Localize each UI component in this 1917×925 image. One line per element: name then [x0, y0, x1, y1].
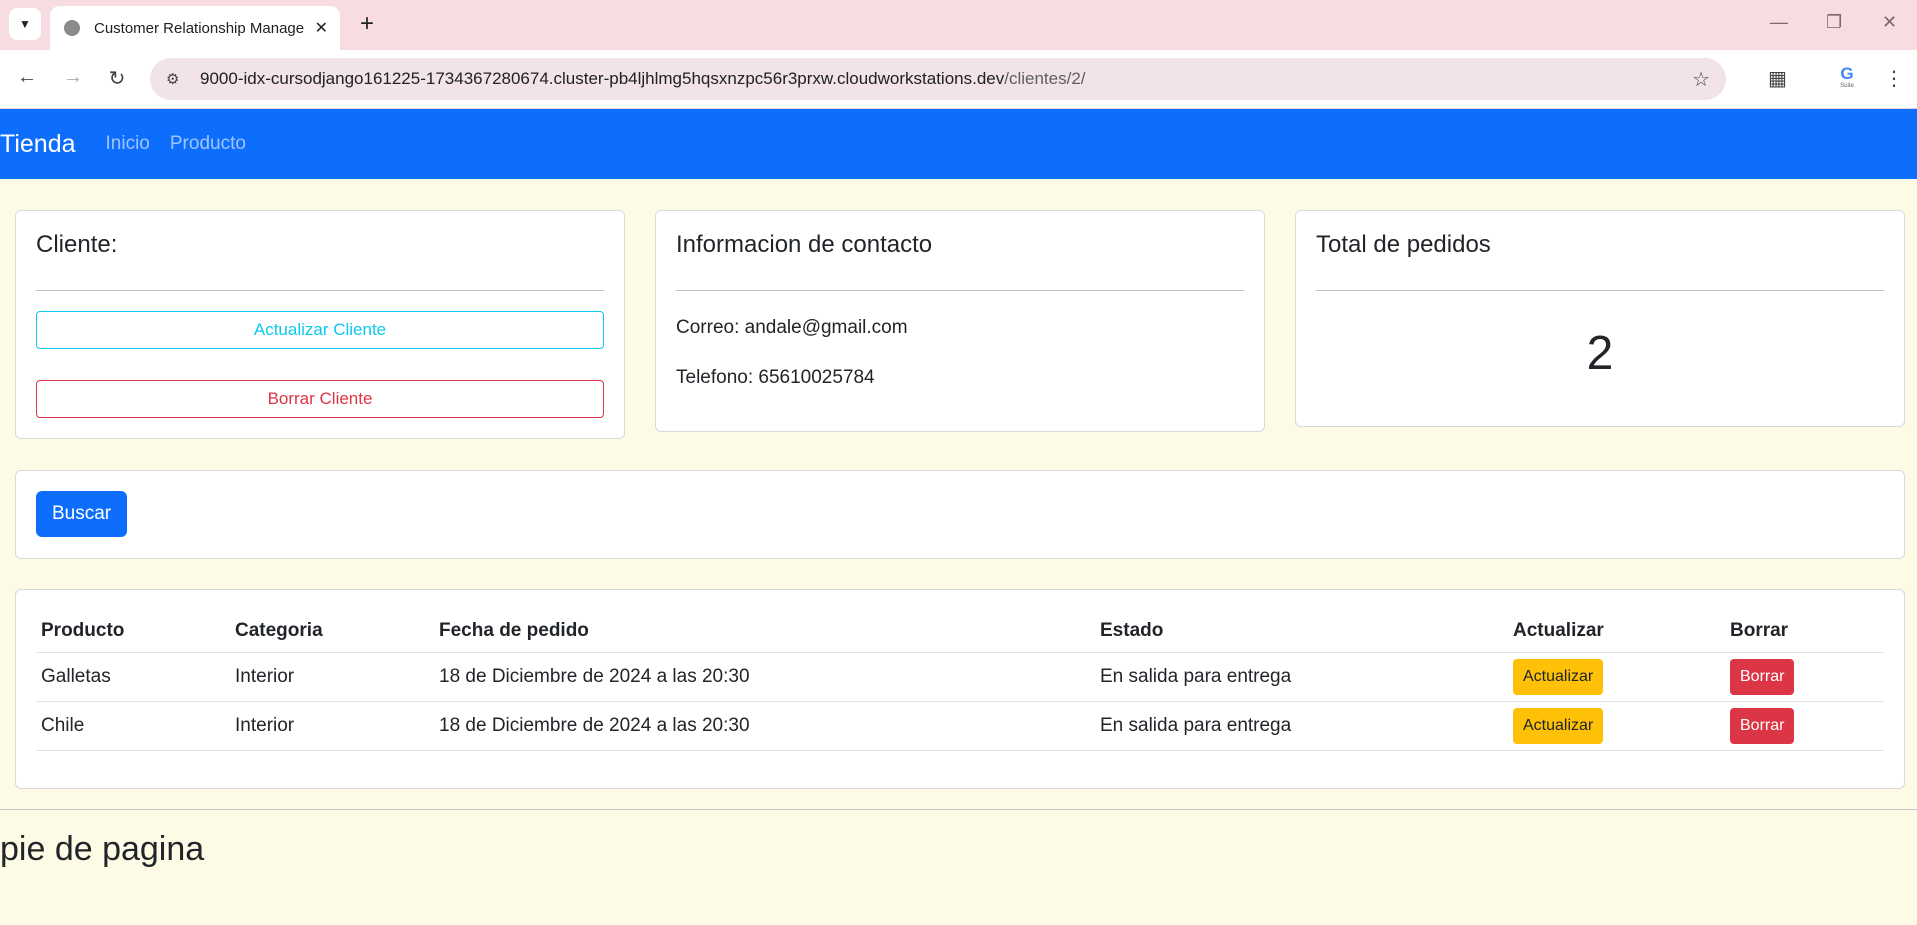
- url-path: /clientes/2/: [1004, 69, 1086, 88]
- column-header: Categoria: [230, 610, 434, 653]
- delete-order-button[interactable]: Borrar: [1730, 707, 1795, 744]
- restore-icon[interactable]: ❐: [1826, 12, 1842, 33]
- column-header: Fecha de pedido: [434, 610, 1095, 653]
- browser-tab[interactable]: Customer Relationship Manage ✕: [50, 6, 340, 50]
- column-header: Borrar: [1725, 610, 1884, 653]
- divider: [676, 290, 1244, 291]
- footer-divider: [0, 809, 1917, 810]
- contact-card: Informacion de contacto Correo: andale@g…: [655, 210, 1265, 432]
- plus-icon: +: [359, 10, 374, 37]
- update-order-button[interactable]: Actualizar: [1513, 707, 1604, 744]
- globe-icon: [64, 20, 80, 36]
- site-info-icon[interactable]: ⚙: [166, 70, 188, 88]
- cell-fecha: 18 de Diciembre de 2024 a las 20:30: [434, 701, 1095, 751]
- brand-link[interactable]: Tienda: [0, 130, 76, 159]
- close-icon[interactable]: ✕: [315, 18, 328, 38]
- new-tab-button[interactable]: +: [353, 10, 381, 38]
- cliente-card-title: Cliente:: [36, 231, 118, 258]
- cell-categoria: Interior: [230, 652, 434, 702]
- extensions-icon[interactable]: ▦: [1768, 66, 1787, 91]
- url-host: 9000-idx-cursodjango161225-1734367280674…: [200, 69, 1005, 88]
- footer-title: pie de pagina: [0, 830, 205, 868]
- forward-arrow-icon[interactable]: →: [60, 66, 86, 89]
- update-order-button[interactable]: Actualizar: [1513, 658, 1604, 695]
- cell-fecha: 18 de Diciembre de 2024 a las 20:30: [434, 652, 1095, 702]
- cell-producto: Galletas: [36, 652, 230, 702]
- cell-actualizar: Actualizar: [1508, 701, 1725, 751]
- search-card: Buscar: [15, 470, 1905, 559]
- table-header-row: Producto Categoria Fecha de pedido Estad…: [36, 610, 1884, 653]
- nav-link-inicio[interactable]: Inicio: [106, 133, 150, 155]
- cell-estado: En salida para entrega: [1095, 652, 1508, 702]
- cliente-card: Cliente: Actualizar Cliente Borrar Clien…: [15, 210, 625, 439]
- menu-kebab-icon[interactable]: ⋮: [1884, 66, 1904, 91]
- contact-card-title: Informacion de contacto: [676, 231, 933, 258]
- orders-table: Producto Categoria Fecha de pedido Estad…: [36, 610, 1884, 751]
- minimize-icon[interactable]: —: [1770, 12, 1788, 33]
- update-client-button[interactable]: Actualizar Cliente: [36, 311, 604, 349]
- nav-link-producto[interactable]: Producto: [170, 133, 246, 155]
- orders-table-card: Producto Categoria Fecha de pedido Estad…: [15, 589, 1905, 789]
- delete-order-button[interactable]: Borrar: [1730, 658, 1795, 695]
- browser-toolbar: ← → ↻ ⚙ 9000-idx-cursodjango161225-17343…: [0, 50, 1917, 109]
- tab-search-button[interactable]: ▼: [9, 8, 41, 40]
- divider: [36, 290, 604, 291]
- tab-title: Customer Relationship Manage: [94, 19, 304, 37]
- chevron-down-icon: ▼: [19, 17, 31, 31]
- cell-borrar: Borrar: [1725, 652, 1884, 702]
- cell-categoria: Interior: [230, 701, 434, 751]
- contact-phone: Telefono: 65610025784: [676, 367, 875, 388]
- bookmark-star-icon[interactable]: ☆: [1692, 67, 1710, 92]
- orders-total-title: Total de pedidos: [1316, 231, 1491, 258]
- column-header: Estado: [1095, 610, 1508, 653]
- column-header: Actualizar: [1508, 610, 1725, 653]
- cell-producto: Chile: [36, 701, 230, 751]
- column-header: Producto: [36, 610, 230, 653]
- divider: [1316, 290, 1884, 291]
- cell-estado: En salida para entrega: [1095, 701, 1508, 751]
- google-suite-icon[interactable]: G Suite: [1836, 65, 1858, 89]
- cell-borrar: Borrar: [1725, 701, 1884, 751]
- cell-actualizar: Actualizar: [1508, 652, 1725, 702]
- reload-icon[interactable]: ↻: [104, 66, 130, 91]
- orders-total-card: Total de pedidos 2: [1295, 210, 1905, 427]
- table-row: Chile Interior 18 de Diciembre de 2024 a…: [36, 701, 1884, 751]
- address-bar[interactable]: ⚙ 9000-idx-cursodjango161225-17343672806…: [150, 58, 1726, 100]
- orders-total-count: 2: [1586, 327, 1614, 380]
- delete-client-button[interactable]: Borrar Cliente: [36, 380, 604, 418]
- contact-email: Correo: andale@gmail.com: [676, 317, 908, 338]
- back-arrow-icon[interactable]: ←: [14, 66, 40, 89]
- app-navbar: Tienda Inicio Producto: [0, 109, 1917, 179]
- table-row: Galletas Interior 18 de Diciembre de 202…: [36, 652, 1884, 702]
- browser-tab-bar: ▼ Customer Relationship Manage ✕ + — ❐ ✕: [0, 0, 1917, 50]
- search-button[interactable]: Buscar: [36, 491, 128, 537]
- window-close-icon[interactable]: ✕: [1882, 12, 1897, 33]
